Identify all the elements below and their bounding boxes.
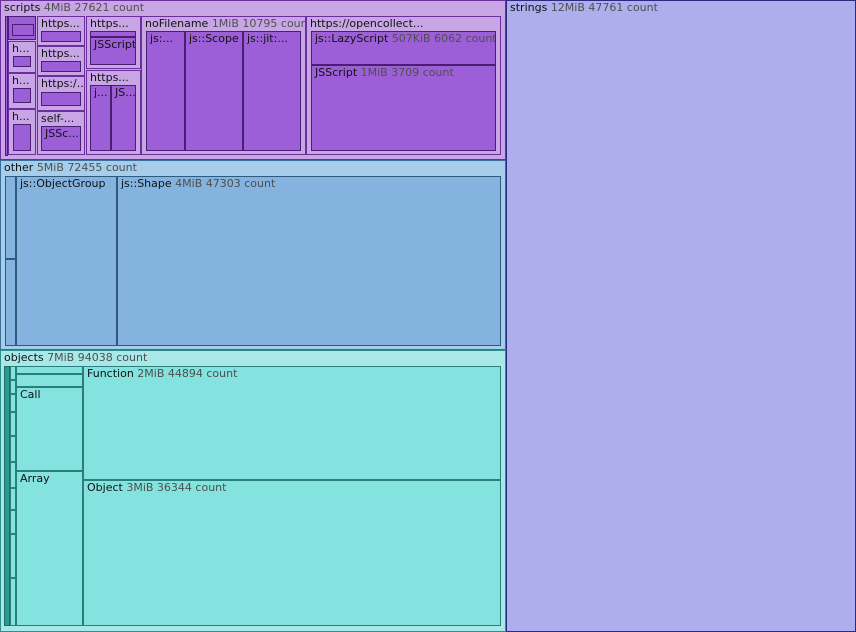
node-label: JSScript 1MiB 3709 count [315,66,454,79]
node-label: Call [20,388,41,401]
node-label: https... [41,47,80,60]
treemap-node-j[interactable]: j... [90,85,111,151]
node-label: JSScript [94,38,136,51]
treemap-node-call[interactable]: Call [16,387,83,471]
treemap-node-function[interactable]: Function 2MiB 44894 count [83,366,501,480]
node-label: Object 3MiB 36344 count [87,481,227,494]
node-label: https... [90,71,129,84]
treemap-node-tiny[interactable] [16,374,83,387]
node-label: js::Shape 4MiB 47303 count [121,177,276,190]
treemap-node-jsscript[interactable]: JSScript 1MiB 3709 count [311,65,496,151]
treemap-node-tiny[interactable] [5,259,16,346]
treemap-node-jsscript[interactable]: JSScript [90,37,136,65]
treemap-node-jsscript[interactable]: JSSc... [41,126,81,151]
treemap-node-tiny[interactable] [41,92,81,106]
node-label: https... [90,17,129,30]
node-label: h... [12,110,30,123]
node-label: js::Scope [189,32,239,45]
treemap-node-shape[interactable]: js::Shape 4MiB 47303 count [117,176,501,346]
treemap-node-js-scope[interactable]: js::Scope [185,31,243,151]
node-label: JSSc... [45,127,79,140]
node-label: strings 12MiB 47761 count [510,1,658,14]
node-label: Array [20,472,50,485]
treemap-node-tiny[interactable] [13,124,31,151]
treemap: scripts 4MiB 27621 count h... h... h... … [0,0,856,632]
treemap-node-js[interactable]: JS... [111,85,136,151]
node-label: https://opencollect... [310,17,424,30]
treemap-node-tiny[interactable] [12,24,34,36]
treemap-node-js[interactable]: js:... [146,31,185,151]
treemap-node-lazyscript[interactable]: js::LazyScript 507KiB 6062 count [311,31,496,65]
treemap-node-tiny[interactable] [13,56,31,67]
node-label: js::ObjectGroup [20,177,106,190]
treemap-node-object[interactable]: Object 3MiB 36344 count [83,480,501,626]
node-label: self-... [41,112,75,125]
treemap-node-js-jit[interactable]: js::jit:... [243,31,301,151]
treemap-node-array[interactable]: Array [16,471,83,626]
node-label: j... [94,86,108,99]
treemap-node-objectgroup[interactable]: js::ObjectGroup [16,176,117,346]
node-label: other 5MiB 72455 count [4,161,137,174]
treemap-node-tiny[interactable] [5,176,16,259]
node-label: h... [12,74,30,87]
treemap-node-tiny[interactable] [41,61,81,72]
node-label: scripts 4MiB 27621 count [4,1,145,14]
treemap-node-tiny[interactable] [13,88,31,103]
node-label: js::jit:... [247,32,288,45]
node-label: https:/... [41,77,85,90]
node-label: js:... [150,32,173,45]
node-label: objects 7MiB 94038 count [4,351,148,364]
treemap-node-strings[interactable]: strings 12MiB 47761 count [506,0,856,632]
node-label: js::LazyScript 507KiB 6062 count [315,32,496,45]
node-label: Function 2MiB 44894 count [87,367,238,380]
node-label: JS... [115,86,136,99]
treemap-node-tiny[interactable] [16,366,83,374]
node-label: h... [12,42,30,55]
node-label: noFilename 1MiB 10795 count [145,17,306,30]
node-label: https... [41,17,80,30]
treemap-node-tiny[interactable] [41,31,81,42]
